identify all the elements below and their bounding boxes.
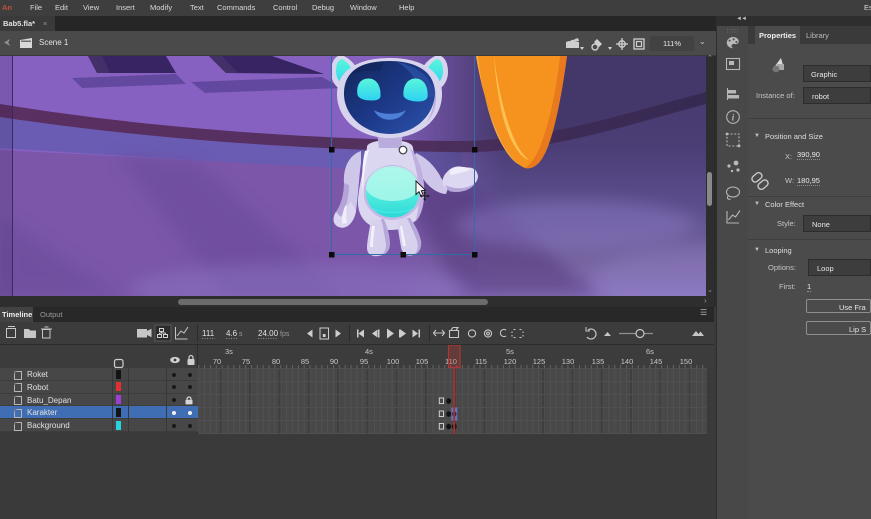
svg-text:105: 105	[416, 357, 429, 366]
svg-text:24.00: 24.00	[258, 329, 279, 338]
svg-text:4s: 4s	[365, 347, 373, 356]
svg-text:fps: fps	[280, 331, 290, 338]
svg-text:75: 75	[242, 357, 250, 366]
svg-text:145: 145	[650, 357, 663, 366]
svg-text:125: 125	[533, 357, 546, 366]
svg-text:130: 130	[562, 357, 575, 366]
svg-text:4.6: 4.6	[226, 329, 238, 338]
svg-text:115: 115	[475, 357, 487, 366]
svg-text:150: 150	[680, 357, 693, 366]
svg-text:80: 80	[272, 357, 280, 366]
svg-text:95: 95	[360, 357, 368, 366]
svg-text:6s: 6s	[646, 347, 654, 356]
svg-text:140: 140	[621, 357, 634, 366]
svg-text:100: 100	[387, 357, 400, 366]
svg-text:85: 85	[301, 357, 309, 366]
svg-text:i: i	[732, 113, 735, 123]
svg-text:70: 70	[213, 357, 221, 366]
svg-text:111: 111	[202, 329, 215, 338]
svg-text:135: 135	[592, 357, 605, 366]
svg-text:5s: 5s	[506, 347, 514, 356]
svg-text:90: 90	[330, 357, 338, 366]
svg-text:3s: 3s	[225, 347, 233, 356]
svg-text:120: 120	[504, 357, 517, 366]
svg-text:s: s	[239, 331, 243, 338]
